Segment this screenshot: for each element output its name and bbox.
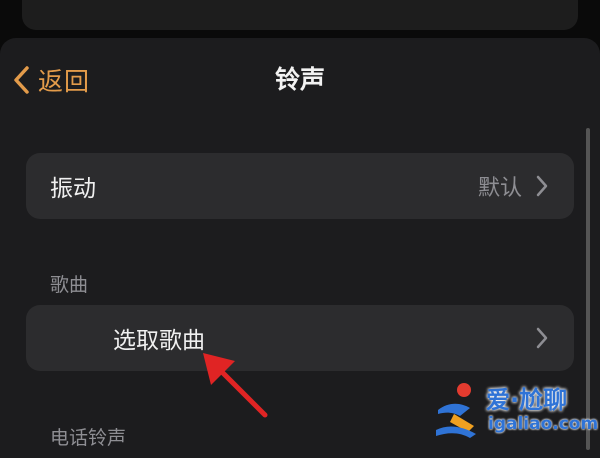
pick-song-row[interactable]: 选取歌曲	[26, 305, 574, 371]
section-label-songs: 歌曲	[50, 274, 89, 296]
chevron-right-icon	[536, 327, 548, 349]
chevron-right-icon	[536, 175, 548, 197]
vibration-value: 默认	[477, 176, 522, 201]
runner-logo-icon	[430, 380, 486, 446]
watermark: 爱·尬聊 igaliao.com	[430, 378, 599, 446]
section-label-ringtone: 电话铃声	[50, 427, 127, 449]
watermark-url: igaliao.com	[488, 414, 599, 434]
page-title: 铃声	[274, 65, 325, 94]
red-arrow-icon	[195, 345, 275, 429]
background-card	[22, 0, 578, 30]
vibration-label: 振动	[50, 176, 96, 202]
watermark-title: 爱·尬聊	[486, 386, 568, 414]
vibration-row[interactable]: 振动 默认	[26, 153, 574, 219]
pick-song-label: 选取歌曲	[113, 328, 205, 354]
